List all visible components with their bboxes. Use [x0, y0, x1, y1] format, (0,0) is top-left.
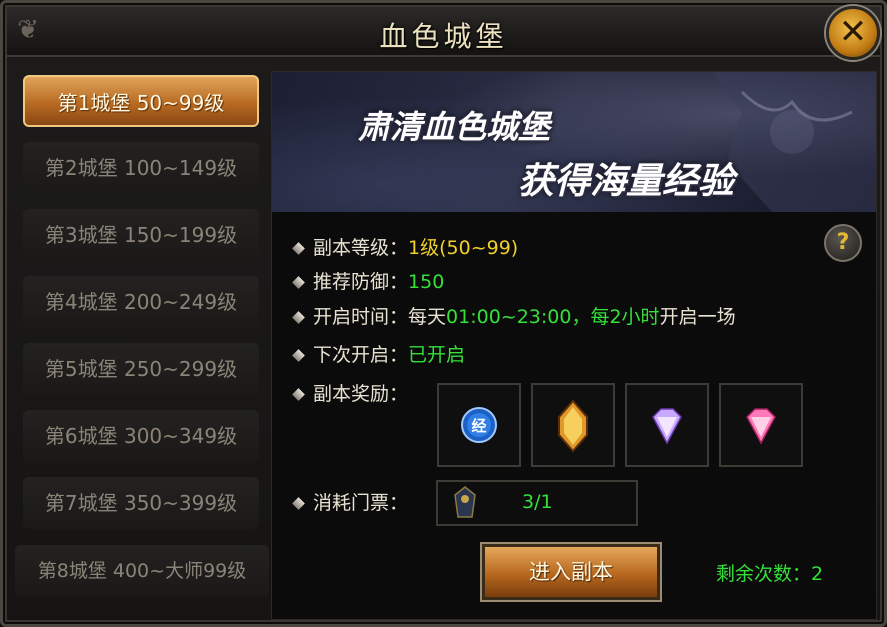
bullet-icon	[292, 311, 305, 324]
info-row-reward: 副本奖励：	[292, 379, 409, 409]
tab-castle-5[interactable]: 第5城堡 250~299级	[23, 343, 259, 395]
dungeon-window: ❦ 血色城堡 ✕ 第1城堡 50~99级 第2城堡 100~149级 第3城堡 …	[0, 0, 887, 627]
defense-label: 推荐防御：	[313, 271, 409, 293]
level-value: 1级(50~99)	[408, 237, 519, 259]
next-label: 下次开启：	[313, 344, 409, 366]
tab-castle-4[interactable]: 第4城堡 200~249级	[23, 276, 259, 328]
banner-slogan-2: 获得海量经验	[518, 160, 735, 202]
window-title: 血色城堡	[379, 20, 508, 53]
tab-castle-6[interactable]: 第6城堡 300~349级	[23, 410, 259, 462]
bullet-icon	[292, 276, 305, 289]
gold-crystal-icon	[558, 399, 588, 453]
ticket-icon	[454, 486, 476, 518]
remaining-attempts: 剩余次数：2	[716, 559, 823, 586]
enter-dungeon-button[interactable]: 进入副本	[482, 544, 660, 600]
time-prefix: 每天	[408, 306, 447, 328]
pink-gem-icon	[746, 408, 776, 445]
info-row-defense: 推荐防御：150	[292, 267, 445, 297]
dungeon-banner: 肃清血色城堡 获得海量经验	[272, 72, 876, 212]
purple-gem-icon	[652, 408, 682, 445]
bullet-icon	[292, 497, 305, 510]
info-row-next: 下次开启：已开启	[292, 340, 466, 370]
dungeon-detail-panel: 肃清血色城堡 获得海量经验 ? 副本等级：1级(50~99) 推荐防御：150 …	[271, 71, 877, 620]
reward-slot-1[interactable]: 经	[437, 383, 521, 467]
reward-label: 副本奖励：	[313, 383, 409, 405]
info-row-time: 开启时间：每天01:00~23:00，每2小时开启一场	[292, 302, 736, 332]
time-range: 01:00~23:00，	[446, 306, 591, 328]
tab-castle-7[interactable]: 第7城堡 350~399级	[23, 477, 259, 529]
defense-value: 150	[408, 271, 445, 293]
remaining-count: 2	[811, 563, 824, 585]
next-value: 已开启	[408, 344, 466, 366]
info-row-ticket: 消耗门票：	[292, 488, 409, 518]
ticket-label: 消耗门票：	[313, 492, 409, 514]
close-button[interactable]: ✕	[826, 6, 880, 60]
exp-orb-icon: 经	[461, 407, 497, 443]
time-interval: 每2小时	[590, 306, 660, 328]
level-label: 副本等级：	[313, 237, 409, 259]
info-row-level: 副本等级：1级(50~99)	[292, 233, 519, 263]
time-suffix: 开启一场	[659, 306, 736, 328]
reward-slot-3[interactable]	[625, 383, 709, 467]
remaining-label: 剩余次数：	[716, 563, 812, 585]
bullet-icon	[292, 349, 305, 362]
title-bar: ❦ 血色城堡	[7, 7, 880, 57]
banner-slogan-1: 肃清血色城堡	[358, 108, 551, 146]
help-button[interactable]: ?	[824, 224, 862, 262]
bullet-icon	[292, 388, 305, 401]
reward-slot-2[interactable]	[531, 383, 615, 467]
tab-castle-3[interactable]: 第3城堡 150~199级	[23, 209, 259, 261]
ticket-count: 3/1	[522, 491, 553, 513]
reward-slot-4[interactable]	[719, 383, 803, 467]
tab-castle-8[interactable]: 第8城堡 400~大师99级	[15, 545, 269, 597]
bullet-icon	[292, 242, 305, 255]
tab-castle-1[interactable]: 第1城堡 50~99级	[23, 75, 259, 127]
time-label: 开启时间：	[313, 306, 409, 328]
exp-orb-glyph: 经	[471, 417, 486, 435]
tab-castle-2[interactable]: 第2城堡 100~149级	[23, 142, 259, 194]
ticket-box: 3/1	[436, 480, 638, 526]
